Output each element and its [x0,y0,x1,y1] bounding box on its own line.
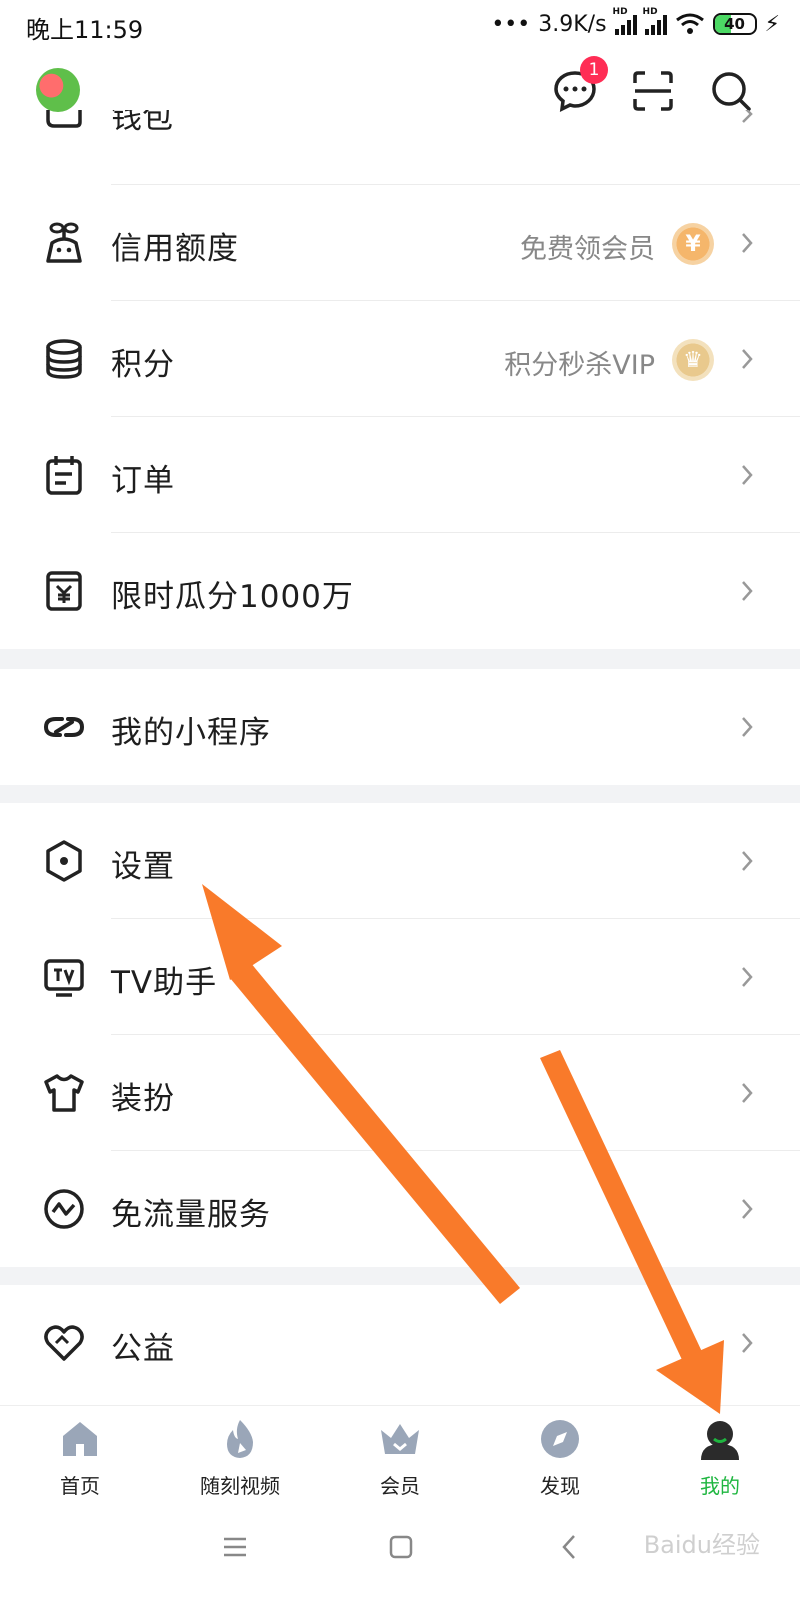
signal-icon: HD [613,7,637,35]
link-icon [43,717,85,737]
search-icon[interactable] [708,68,754,114]
chevron-right-icon [742,233,753,253]
status-indicators: ••• 3.9K/s HD HD 40 ⚡ [491,7,780,38]
nav-home[interactable]: 首页 [15,1416,145,1499]
menu-item-settings[interactable]: 设置 [0,803,800,919]
menu-item-orders[interactable]: 订单 [0,417,800,533]
menu-item-label: 订单 [111,463,175,499]
menu-item-label: 我的小程序 [111,715,271,751]
menu-item-charity[interactable]: 公益 [0,1285,800,1401]
menu-item-wallet[interactable]: 钱包 [0,110,800,185]
chevron-right-icon [742,717,753,737]
heart-icon [44,1325,84,1361]
menu-item-label: 钱包 [111,110,173,136]
chevron-right-icon [742,349,753,369]
coin-icon: ¥ [672,223,714,265]
menu-item-label: 免流量服务 [111,1197,271,1233]
menu-item-points[interactable]: 积分 积分秒杀VIP ♛ [0,301,800,417]
battery-icon: 40 [712,13,757,35]
nav-discover[interactable]: 发现 [495,1416,625,1499]
charging-icon: ⚡ [764,11,780,37]
credit-icon [46,222,82,263]
crown-coin-icon: ♛ [672,339,714,381]
tshirt-icon [44,1074,84,1112]
nav-label: 会员 [380,1474,420,1498]
home-icon [63,1422,97,1456]
network-dots: ••• [491,11,531,37]
wifi-icon [675,13,704,34]
nav-me[interactable]: 我的 [655,1416,785,1499]
status-time: 晚上11:59 [26,16,144,44]
menu-item-label: 积分 [111,347,175,383]
crown-icon [381,1424,419,1454]
menu-item-cash-share[interactable]: 限时瓜分1000万 [0,533,800,649]
chevron-right-icon [742,1333,753,1353]
menu-item-free-data[interactable]: 免流量服务 [0,1151,800,1267]
menu-item-label: 装扮 [111,1081,175,1117]
menu-item-label: TV助手 [111,965,218,1001]
chevron-right-icon [742,1199,753,1219]
menu-item-dress-up[interactable]: 装扮 [0,1035,800,1151]
chevron-right-icon [742,110,753,123]
nav-label: 随刻视频 [200,1474,280,1498]
chevron-right-icon [742,967,753,987]
home-square-icon[interactable] [388,1534,414,1560]
red-packet-icon [46,571,82,611]
nav-vip[interactable]: 会员 [335,1416,465,1499]
chevron-right-icon [742,851,753,871]
orders-icon [46,456,82,495]
flame-icon [227,1420,253,1458]
menu-icon[interactable] [222,1535,248,1559]
promo-text: 免费领会员 [520,234,655,265]
section-gap [0,1267,800,1285]
chevron-right-icon [742,1083,753,1103]
tv-icon [44,959,84,997]
points-icon [46,339,82,379]
chevron-right-icon [742,581,753,601]
chevron-right-icon [742,465,753,485]
nav-video[interactable]: 随刻视频 [175,1416,305,1499]
avatar[interactable] [36,68,80,112]
menu-item-tv-assistant[interactable]: TV助手 [0,919,800,1035]
menu-item-label: 设置 [111,849,175,885]
menu-item-label: 公益 [111,1331,175,1367]
scan-icon[interactable] [630,68,676,114]
menu-item-credit[interactable]: 信用额度 免费领会员 ¥ [0,185,800,301]
nav-label: 发现 [540,1474,580,1498]
menu-item-mini-programs[interactable]: 我的小程序 [0,669,800,785]
wallet-icon [46,110,82,128]
nav-label: 首页 [60,1474,100,1498]
section-gap [0,785,800,803]
promo-text: 积分秒杀VIP [504,350,655,381]
watermark-logo: Baidu经验 [643,1531,760,1559]
profile-icon [701,1421,739,1460]
section-gap [0,649,800,669]
menu-item-label: 信用额度 [111,231,239,267]
network-speed: 3.9K/s [538,11,607,37]
pulse-icon [44,1189,84,1229]
settings-icon [46,840,82,882]
menu-item-label: 限时瓜分1000万 [111,579,354,615]
message-badge: 1 [580,56,608,84]
signal-icon-2: HD [643,7,667,35]
bottom-nav: 首页 随刻视频 会员 发现 我的 [0,1405,800,1506]
status-bar: 晚上11:59 ••• 3.9K/s HD HD 40 ⚡ [0,0,800,50]
nav-label: 我的 [700,1474,740,1498]
compass-icon [541,1420,579,1458]
back-icon[interactable] [560,1533,578,1561]
